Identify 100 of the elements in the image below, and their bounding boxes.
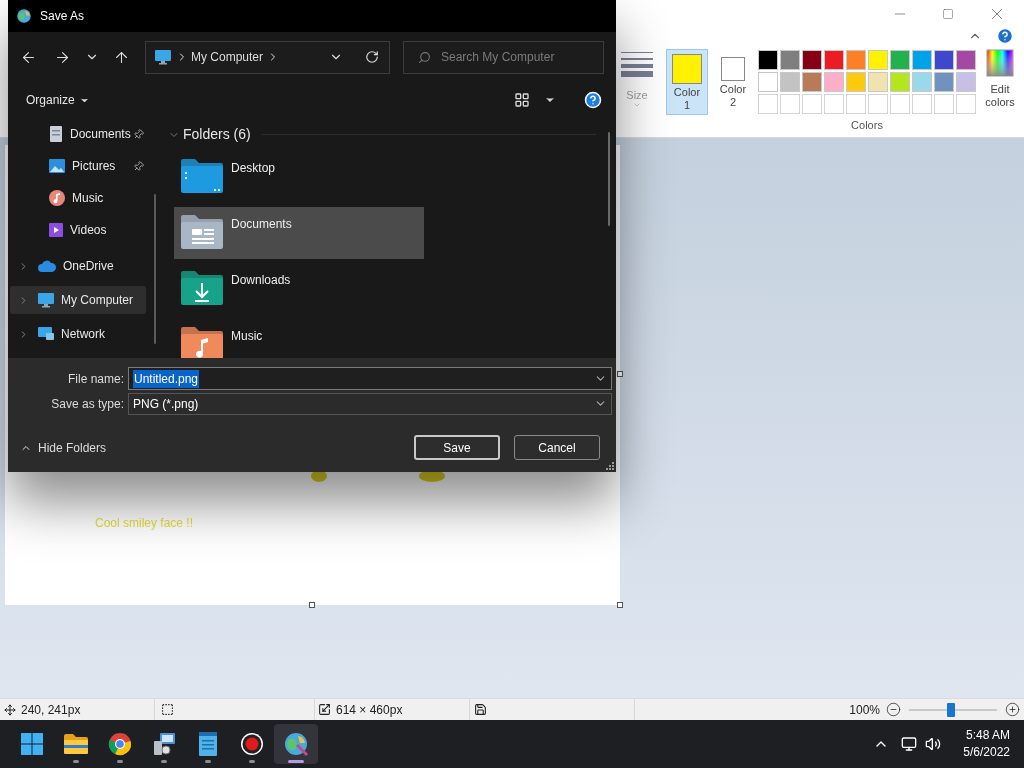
download-folder-icon bbox=[180, 270, 224, 306]
resize-handle[interactable] bbox=[617, 371, 623, 377]
color-swatch[interactable] bbox=[780, 50, 800, 70]
running-indicator bbox=[117, 760, 123, 763]
active-color-button[interactable]: Color 1 bbox=[666, 49, 708, 115]
search-field[interactable]: Search My Computer bbox=[403, 40, 604, 74]
resize-handle[interactable] bbox=[309, 602, 315, 608]
zoom-slider[interactable] bbox=[909, 702, 997, 717]
color-swatch[interactable] bbox=[934, 72, 954, 92]
color-swatch[interactable] bbox=[868, 50, 888, 70]
search-icon bbox=[418, 50, 431, 64]
edit-colors-button[interactable]: Edit colors bbox=[980, 49, 1020, 109]
folder-item[interactable]: Documents bbox=[174, 207, 424, 259]
cancel-button[interactable]: Cancel bbox=[514, 435, 600, 460]
nav-item[interactable]: Documents bbox=[10, 118, 146, 150]
color-swatch[interactable] bbox=[802, 50, 822, 70]
nav-item[interactable]: Music bbox=[10, 182, 146, 214]
color-swatch[interactable] bbox=[956, 72, 976, 92]
folder-item[interactable]: Desktop bbox=[174, 151, 424, 203]
cursor-position-icon bbox=[4, 703, 16, 716]
network-icon[interactable] bbox=[901, 736, 918, 752]
field-label: Save as type: bbox=[50, 395, 125, 413]
color-swatch[interactable] bbox=[758, 72, 778, 92]
music-icon bbox=[48, 189, 66, 207]
folder-item[interactable]: Music bbox=[174, 319, 424, 358]
palette-icon[interactable] bbox=[283, 731, 309, 757]
volume-icon[interactable] bbox=[925, 736, 942, 752]
computer-icon bbox=[154, 49, 172, 65]
color-swatch[interactable] bbox=[956, 50, 976, 70]
running-indicator bbox=[249, 760, 255, 763]
zoom-in-icon[interactable] bbox=[1005, 702, 1020, 717]
zoom-out-icon[interactable] bbox=[886, 702, 901, 717]
empty-color-slot[interactable] bbox=[758, 94, 778, 114]
windows-icon[interactable] bbox=[20, 732, 44, 756]
caret-icon bbox=[633, 101, 641, 109]
canvas-size: 614 × 460px bbox=[336, 701, 403, 719]
color-swatch[interactable] bbox=[912, 72, 932, 92]
resize-grip[interactable] bbox=[606, 462, 614, 470]
canvas-text: Cool smiley face !! bbox=[95, 515, 194, 532]
document-folder-icon bbox=[180, 214, 224, 250]
file-size-icon bbox=[474, 703, 487, 716]
empty-color-slot[interactable] bbox=[802, 94, 822, 114]
slider-thumb[interactable] bbox=[947, 702, 956, 717]
color-swatch[interactable] bbox=[846, 50, 866, 70]
browser-icon[interactable] bbox=[108, 732, 132, 756]
running-indicator bbox=[73, 760, 79, 763]
color-swatch[interactable] bbox=[824, 50, 844, 70]
canvas-size-icon bbox=[318, 703, 331, 716]
color-swatch[interactable] bbox=[868, 72, 888, 92]
record-icon[interactable] bbox=[240, 732, 264, 756]
folder-icon bbox=[180, 158, 224, 194]
color-swatch[interactable] bbox=[802, 72, 822, 92]
network-icon bbox=[37, 326, 55, 342]
color-swatch[interactable] bbox=[890, 50, 910, 70]
refresh-icon[interactable] bbox=[365, 50, 379, 64]
computer-icon[interactable] bbox=[151, 731, 177, 757]
clock[interactable]: 5:48 AM 5/6/2022 bbox=[963, 727, 1010, 761]
active-color-button[interactable]: Color 2 bbox=[712, 49, 754, 115]
selection-size-icon bbox=[161, 703, 174, 716]
empty-color-slot[interactable] bbox=[934, 94, 954, 114]
hide-folders-button[interactable]: Hide Folders bbox=[20, 438, 107, 457]
notepad-icon[interactable] bbox=[198, 731, 218, 757]
cursor-position: 240, 241px bbox=[21, 701, 81, 719]
color-swatch[interactable] bbox=[890, 72, 910, 92]
nav-item[interactable]: Network bbox=[10, 320, 146, 348]
folder-icon[interactable] bbox=[63, 733, 89, 755]
organize-menu[interactable]: Organize bbox=[26, 91, 90, 109]
line-width-icon[interactable] bbox=[620, 49, 654, 77]
save-button[interactable]: Save bbox=[414, 435, 500, 460]
empty-color-slot[interactable] bbox=[780, 94, 800, 114]
color-swatch[interactable] bbox=[758, 50, 778, 70]
empty-color-slot[interactable] bbox=[890, 94, 910, 114]
nav-item[interactable]: Pictures bbox=[10, 150, 146, 182]
color-swatch[interactable] bbox=[824, 72, 844, 92]
color-swatch[interactable] bbox=[846, 72, 866, 92]
nav-item[interactable]: Videos bbox=[10, 214, 146, 246]
group-header: Folders (6) bbox=[183, 125, 251, 144]
cloud-icon bbox=[37, 259, 57, 273]
help-icon[interactable] bbox=[584, 91, 602, 109]
file-name-field[interactable]: Untitled.png bbox=[128, 367, 612, 390]
nav-item[interactable]: OneDrive bbox=[10, 252, 146, 280]
empty-color-slot[interactable] bbox=[868, 94, 888, 114]
color-swatch[interactable] bbox=[912, 50, 932, 70]
empty-color-slot[interactable] bbox=[956, 94, 976, 114]
folder-item[interactable]: Downloads bbox=[174, 263, 424, 315]
resize-handle[interactable] bbox=[617, 602, 623, 608]
file-type-dropdown[interactable]: PNG (*.png) bbox=[128, 392, 612, 415]
video-icon bbox=[48, 222, 64, 238]
document-icon bbox=[48, 125, 64, 143]
empty-color-slot[interactable] bbox=[824, 94, 844, 114]
empty-color-slot[interactable] bbox=[846, 94, 866, 114]
view-options-icon[interactable] bbox=[514, 92, 530, 108]
color-swatch[interactable] bbox=[934, 50, 954, 70]
nav-item[interactable]: My Computer bbox=[10, 286, 146, 314]
size-label: Size bbox=[626, 90, 648, 101]
empty-color-slot[interactable] bbox=[912, 94, 932, 114]
running-indicator bbox=[205, 760, 211, 763]
running-indicator bbox=[161, 760, 167, 763]
address-bar[interactable]: My Computer bbox=[145, 40, 390, 74]
color-swatch[interactable] bbox=[780, 72, 800, 92]
